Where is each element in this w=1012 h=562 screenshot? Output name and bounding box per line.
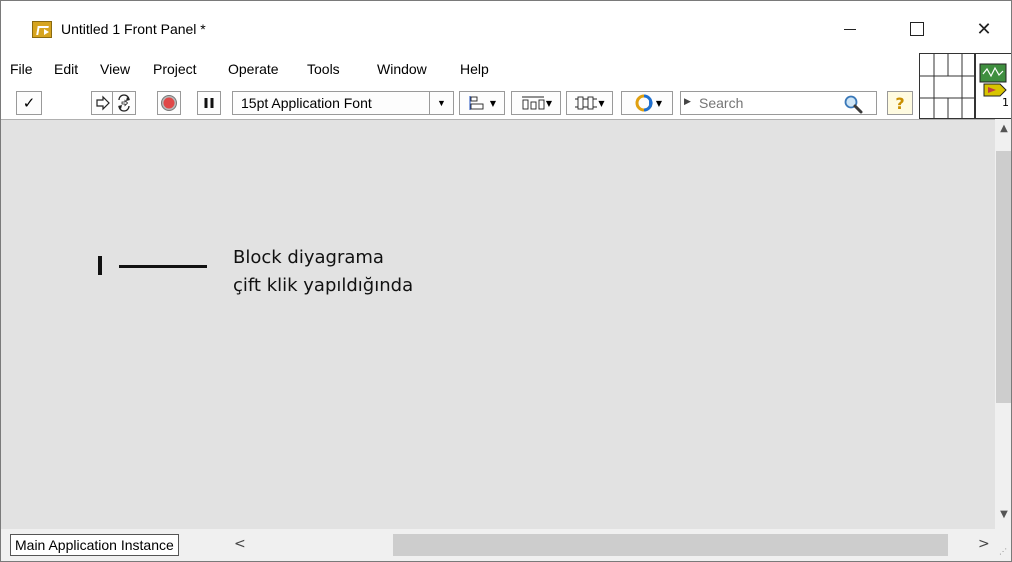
menu-window[interactable]: Window (377, 61, 427, 77)
annotation-text: Block diyagrama çift klik yapıldığında (233, 244, 413, 300)
status-bar: Main Application Instance < > ⋰ (1, 529, 1011, 561)
front-panel-canvas[interactable]: Block diyagrama çift klik yapıldığında (1, 119, 995, 529)
title-bar: Untitled 1 Front Panel * ✕ (1, 1, 1011, 53)
run-continuously-icon (118, 94, 130, 112)
scroll-up-icon[interactable]: ▲ (995, 123, 1011, 139)
front-panel-window: Untitled 1 Front Panel * ✕ File Edit Vie… (0, 0, 1012, 562)
pause-button[interactable] (197, 91, 221, 115)
vi-icon[interactable]: 1 (975, 53, 1011, 119)
font-setting-label: 15pt Application Font (241, 95, 372, 111)
connector-pane[interactable] (919, 53, 976, 120)
search-icon[interactable] (843, 94, 863, 114)
minimize-icon (844, 28, 856, 30)
stop-icon (161, 95, 177, 111)
connector-pane-terminals-icon (920, 54, 976, 120)
align-objects-button[interactable]: ▼ (459, 91, 505, 115)
run-button[interactable] (91, 91, 113, 115)
annotation-line-2: çift klik yapıldığında (233, 275, 414, 296)
search-expand-icon[interactable]: ▶ (684, 97, 691, 107)
vertical-scrollbar[interactable]: ▲ ▼ (995, 119, 1011, 529)
menu-project[interactable]: Project (153, 61, 197, 77)
menu-tools[interactable]: Tools (307, 61, 340, 77)
abort-execution-button[interactable] (157, 91, 181, 115)
resize-objects-icon (575, 96, 598, 110)
text-cursor-marker (98, 256, 102, 275)
reorder-button[interactable]: ▼ (621, 91, 673, 115)
svg-text:1: 1 (1002, 96, 1009, 109)
text-settings-dropdown[interactable]: 15pt Application Font ▼ (232, 91, 454, 115)
run-continuously-button[interactable] (112, 91, 136, 115)
resize-objects-button[interactable]: ▼ (566, 91, 613, 115)
menu-bar: File Edit View Project Operate Tools Win… (1, 53, 916, 83)
menu-file[interactable]: File (10, 61, 33, 77)
scroll-right-icon[interactable]: > (978, 536, 990, 552)
chevron-down-icon: ▼ (489, 98, 497, 108)
resize-grip-icon[interactable]: ⋰ (999, 547, 1007, 556)
close-button[interactable]: ✕ (961, 13, 1007, 45)
help-icon: ? (895, 93, 905, 113)
annotation-line-1: Block diyagrama (233, 247, 384, 268)
menu-view[interactable]: View (100, 61, 130, 77)
application-instance-label[interactable]: Main Application Instance (10, 534, 179, 556)
distribute-objects-icon (521, 96, 545, 110)
window-title: Untitled 1 Front Panel * (61, 21, 206, 37)
menu-help[interactable]: Help (460, 61, 489, 77)
distribute-objects-button[interactable]: ▼ (511, 91, 561, 115)
chevron-down-icon: ▼ (429, 92, 453, 114)
maximize-icon (910, 22, 924, 36)
pause-icon (204, 98, 214, 108)
reorder-icon (635, 94, 653, 112)
run-arrow-icon (96, 95, 110, 111)
run-check-button[interactable]: ✓ (16, 91, 42, 115)
minimize-button[interactable] (827, 13, 873, 45)
horizontal-scroll-thumb[interactable] (393, 534, 948, 556)
search-box[interactable]: ▶ (680, 91, 877, 115)
labview-app-icon (32, 21, 52, 38)
align-objects-icon (469, 96, 484, 110)
chevron-down-icon: ▼ (655, 98, 663, 108)
chevron-down-icon: ▼ (545, 98, 553, 108)
scroll-left-icon[interactable]: < (234, 536, 246, 552)
toolbar: ✓ 15pt Application Font ▼ ▼ ▼ ▼ ▼ ▶ Sear… (1, 85, 919, 119)
labview-vi-icon: 1 (979, 63, 1009, 109)
annotation-pointer-line (119, 265, 207, 268)
search-input[interactable] (699, 93, 839, 113)
chevron-down-icon: ▼ (598, 98, 605, 108)
scroll-down-icon[interactable]: ▼ (995, 509, 1011, 525)
vertical-scroll-thumb[interactable] (996, 151, 1011, 403)
context-help-button[interactable]: ? (887, 91, 913, 115)
maximize-button[interactable] (894, 13, 940, 45)
menu-edit[interactable]: Edit (54, 61, 78, 77)
menu-operate[interactable]: Operate (228, 61, 279, 77)
